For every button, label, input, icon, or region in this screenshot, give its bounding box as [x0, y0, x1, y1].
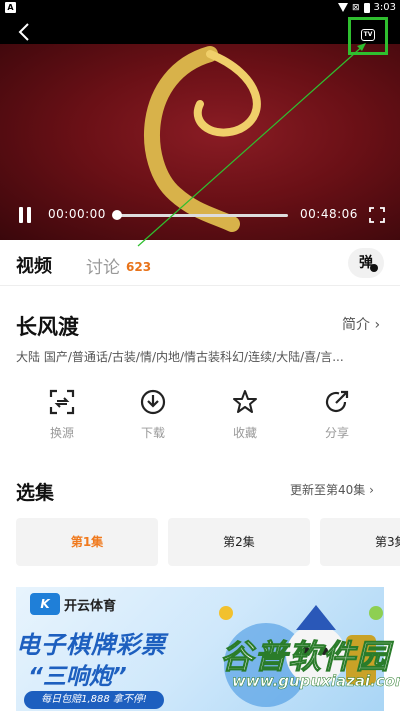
- episodes-header: 选集: [16, 482, 55, 504]
- episode-item-2[interactable]: 第2集: [168, 518, 310, 566]
- ad-subheadline: “三响炮”: [28, 664, 127, 690]
- star-icon: [233, 390, 257, 413]
- episode-list: 第1集 第2集 第3集: [16, 518, 400, 566]
- current-time: 00:00:00: [48, 207, 106, 221]
- tab-discussion[interactable]: 讨论: [86, 253, 120, 278]
- chevron-right-icon: ›: [369, 483, 374, 497]
- download-icon: [140, 389, 166, 415]
- swap-source-icon: [49, 389, 75, 415]
- download-label: 下载: [140, 426, 165, 440]
- duration-time: 00:48:06: [300, 207, 358, 221]
- watermark-text: 谷普软件园: [220, 637, 390, 677]
- intro-link[interactable]: 简介 ›: [342, 314, 380, 334]
- no-signal-icon: ⊠: [351, 2, 360, 13]
- cast-tv-button[interactable]: TV: [348, 17, 388, 55]
- progress-thumb[interactable]: [112, 210, 122, 220]
- episodes-update-link[interactable]: 更新至第40集 ›: [290, 481, 374, 498]
- swap-source-label: 换源: [49, 426, 74, 440]
- episodes-update-text: 更新至第40集: [290, 483, 366, 497]
- share-icon: [325, 390, 349, 413]
- status-time: 3:03: [373, 2, 396, 13]
- swap-source-button[interactable]: 换源: [32, 388, 92, 441]
- ad-headline: 电子棋牌彩票: [16, 631, 166, 659]
- tv-icon: TV: [361, 29, 375, 41]
- ad-logo-text: 开云体育: [64, 599, 117, 614]
- show-title: 长风渡: [16, 315, 79, 339]
- back-button[interactable]: [14, 22, 38, 42]
- back-arrow-icon: [18, 23, 29, 41]
- danmu-toggle-button[interactable]: 弹: [348, 248, 384, 278]
- battery-icon: [363, 2, 370, 13]
- tab-video[interactable]: 视频: [16, 252, 52, 278]
- episode-item-3[interactable]: 第3集: [320, 518, 400, 566]
- share-label: 分享: [324, 426, 349, 440]
- player-controls: 00:00:00 00:48:06: [0, 203, 400, 227]
- tab-bar: 视频 讨论 623 弹: [0, 240, 400, 286]
- action-bar: 换源 下载 收藏 分享: [0, 388, 400, 452]
- watermark-url: www.gupuxiazai.com: [232, 672, 400, 691]
- ad-logo-icon: K: [30, 593, 60, 615]
- pause-button[interactable]: [18, 207, 32, 223]
- share-button[interactable]: 分享: [307, 388, 367, 441]
- status-bar: A ⊠ 3:03: [0, 0, 400, 16]
- download-button[interactable]: 下载: [123, 388, 183, 441]
- wifi-icon: [337, 3, 348, 12]
- ad-tagline: 每日包赔1,888 拿不停!: [24, 691, 164, 709]
- fullscreen-icon: [369, 207, 385, 223]
- danmu-status-icon: [370, 264, 378, 272]
- fullscreen-button[interactable]: [369, 207, 385, 223]
- progress-slider[interactable]: [112, 210, 288, 220]
- episode-item-1[interactable]: 第1集: [16, 518, 158, 566]
- chevron-right-icon: ›: [374, 317, 381, 333]
- favorite-label: 收藏: [232, 426, 257, 440]
- favorite-button[interactable]: 收藏: [215, 388, 275, 441]
- show-tags: 大陆 国产/普通话/古装/情/内地/情古装科幻/连续/大陆/喜/言...: [16, 350, 344, 364]
- intro-label: 简介: [342, 317, 370, 333]
- watermark: 谷普软件园 www.gupuxiazai.com: [220, 630, 400, 711]
- app-badge-icon: A: [5, 2, 16, 13]
- discussion-count-badge: 623: [126, 260, 152, 274]
